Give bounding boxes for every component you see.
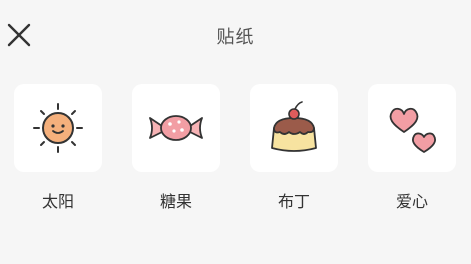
sticker-tile	[14, 84, 102, 172]
pudding-icon	[271, 101, 317, 152]
sun-icon	[33, 103, 83, 153]
sticker-label: 糖果	[159, 192, 192, 211]
sticker-tile	[368, 84, 456, 172]
sticker-item-sun[interactable]: 太阳	[14, 84, 104, 214]
sticker-grid: 太阳 糖果 布丁 爱心	[0, 84, 471, 224]
sticker-item-hearts[interactable]: 爱心	[368, 84, 458, 214]
sticker-label: 爱心	[395, 192, 428, 211]
header: 贴纸	[0, 0, 471, 72]
sticker-item-pudding[interactable]: 布丁	[250, 84, 340, 214]
sticker-tile	[250, 84, 338, 172]
hearts-icon	[389, 107, 437, 153]
sticker-label: 布丁	[277, 192, 310, 211]
candy-icon	[149, 115, 203, 141]
page-title: 贴纸	[216, 27, 255, 48]
sticker-label: 太阳	[41, 192, 74, 211]
sticker-tile	[132, 84, 220, 172]
sticker-item-candy[interactable]: 糖果	[132, 84, 222, 214]
